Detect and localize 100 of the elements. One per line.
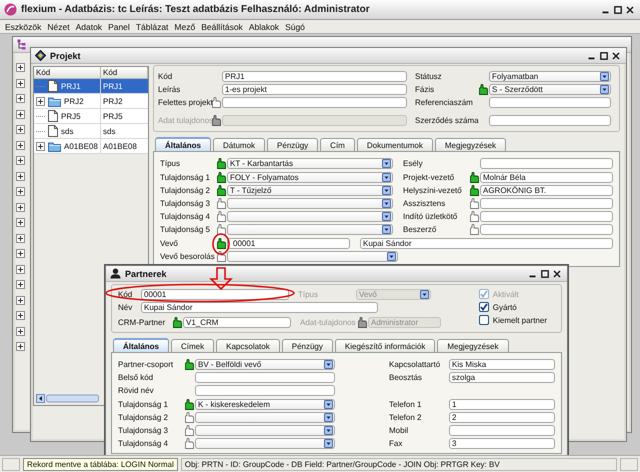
hand-icon[interactable] (469, 198, 479, 209)
hand-icon[interactable] (478, 84, 488, 95)
dropdown-icon[interactable] (324, 413, 333, 422)
text-field[interactable] (480, 224, 613, 235)
text-field[interactable]: V1_CRM (183, 317, 291, 328)
hand-icon[interactable] (216, 172, 226, 183)
tab[interactable]: Megjegyzések (434, 138, 506, 151)
hand-icon[interactable] (184, 359, 194, 370)
hand-icon[interactable] (216, 224, 226, 235)
tree-row[interactable]: A01BE08 A01BE08 (34, 139, 148, 154)
expand-icon[interactable] (16, 140, 25, 150)
tab[interactable]: Pénzügy (267, 138, 318, 151)
dropdown-field[interactable] (227, 211, 393, 222)
expand-icon[interactable] (16, 326, 25, 336)
text-field[interactable]: 00001 (141, 289, 289, 300)
menu-item[interactable]: Nézet (44, 20, 73, 32)
tab[interactable]: Dokumentumok (356, 138, 433, 151)
dropdown-icon[interactable] (382, 173, 391, 182)
hand-icon[interactable] (184, 399, 194, 410)
dropdown-field[interactable] (227, 251, 398, 262)
text-field[interactable] (195, 372, 335, 383)
text-field[interactable]: szolga (449, 372, 555, 383)
expand-icon[interactable] (16, 249, 25, 258)
dropdown-field[interactable]: S - Szerződött (489, 84, 611, 95)
dropdown-field[interactable] (195, 425, 335, 436)
text-field[interactable] (480, 158, 613, 169)
expand-icon[interactable] (36, 96, 45, 106)
expand-icon[interactable] (36, 142, 45, 150)
maximize-icon[interactable] (541, 270, 549, 278)
scrollbar[interactable] (36, 394, 100, 403)
tab[interactable]: Általános (155, 137, 212, 151)
menu-item[interactable]: Beállítások (198, 20, 246, 32)
menu-item[interactable]: Adatok (72, 20, 106, 32)
dropdown-icon[interactable] (382, 199, 391, 208)
text-field[interactable] (222, 97, 407, 108)
dropdown-field[interactable] (195, 438, 335, 449)
expand-icon[interactable] (16, 125, 25, 134)
hand-icon[interactable] (469, 211, 479, 222)
dropdown-field[interactable] (227, 224, 393, 235)
tab[interactable]: Címek (171, 339, 214, 352)
hand-icon[interactable] (216, 198, 226, 209)
expand-icon[interactable] (16, 110, 25, 118)
tree-row[interactable]: sds sds (34, 124, 148, 139)
maximize-icon[interactable] (614, 6, 622, 14)
menu-item[interactable]: Súgó (282, 20, 308, 32)
dropdown-icon[interactable] (382, 212, 391, 221)
hand-icon[interactable] (184, 425, 194, 436)
tab[interactable]: Megjegyzések (437, 339, 508, 352)
dropdown-icon[interactable] (324, 426, 333, 435)
text-field[interactable]: 2 (449, 412, 555, 423)
menu-item[interactable]: Eszközök (2, 20, 44, 32)
hand-icon[interactable] (216, 158, 226, 169)
dropdown-icon[interactable] (382, 225, 391, 234)
hand-icon[interactable] (216, 185, 226, 196)
dropdown-icon[interactable] (324, 439, 333, 448)
hand-icon[interactable] (172, 317, 182, 328)
text-field[interactable] (489, 97, 611, 108)
dropdown-field[interactable]: Folyamatban (489, 71, 611, 82)
text-field[interactable]: 00001 (227, 238, 350, 249)
text-field[interactable]: 3 (449, 438, 555, 449)
dropdown-field[interactable]: BV - Belföldi vevő (195, 359, 335, 370)
expand-icon[interactable] (16, 172, 25, 180)
dropdown-icon[interactable] (324, 360, 333, 369)
text-field[interactable]: Kupai Sándor (360, 238, 613, 249)
column-header[interactable]: Kód (34, 67, 101, 79)
dropdown-field[interactable]: FOLY - Folyamatos (227, 172, 393, 183)
tab[interactable]: Általános (113, 338, 170, 352)
text-field[interactable] (195, 385, 335, 396)
hand-icon[interactable] (216, 211, 226, 222)
checkbox[interactable] (478, 315, 489, 325)
text-field[interactable] (489, 115, 611, 126)
dropdown-icon[interactable] (382, 159, 391, 168)
expand-icon[interactable] (16, 342, 25, 351)
tab[interactable]: Dátumok (213, 138, 266, 151)
hand-icon[interactable] (211, 97, 221, 108)
tab[interactable]: Cím (320, 138, 355, 151)
expand-icon[interactable] (16, 78, 25, 88)
hand-icon[interactable] (184, 438, 194, 449)
expand-icon[interactable] (16, 202, 25, 212)
close-icon[interactable] (626, 6, 634, 14)
checkbox[interactable] (478, 302, 489, 312)
maximize-icon[interactable] (600, 52, 608, 60)
text-field[interactable]: 1-es projekt (222, 84, 407, 95)
text-field[interactable] (449, 425, 555, 436)
expand-icon[interactable] (16, 63, 25, 72)
hand-icon[interactable] (469, 224, 479, 235)
dropdown-icon[interactable] (387, 252, 396, 261)
tree-row[interactable]: PRJ1 PRJ1 (34, 79, 148, 94)
close-icon[interactable] (612, 52, 620, 60)
menu-item[interactable]: Táblázat (132, 20, 172, 32)
menu-item[interactable]: Panel (105, 20, 133, 32)
text-field[interactable]: Kupai Sándor (141, 302, 378, 313)
expand-icon[interactable] (16, 264, 25, 274)
dropdown-field[interactable]: T - Tűzjelző (227, 185, 393, 196)
hand-icon[interactable] (216, 251, 226, 262)
dropdown-field[interactable]: K - kiskereskedelem (195, 399, 335, 410)
close-icon[interactable] (553, 270, 561, 278)
text-field[interactable]: Molnár Béla (480, 172, 613, 183)
text-field[interactable] (480, 211, 613, 222)
tab[interactable]: Kapcsolatok (216, 339, 280, 352)
